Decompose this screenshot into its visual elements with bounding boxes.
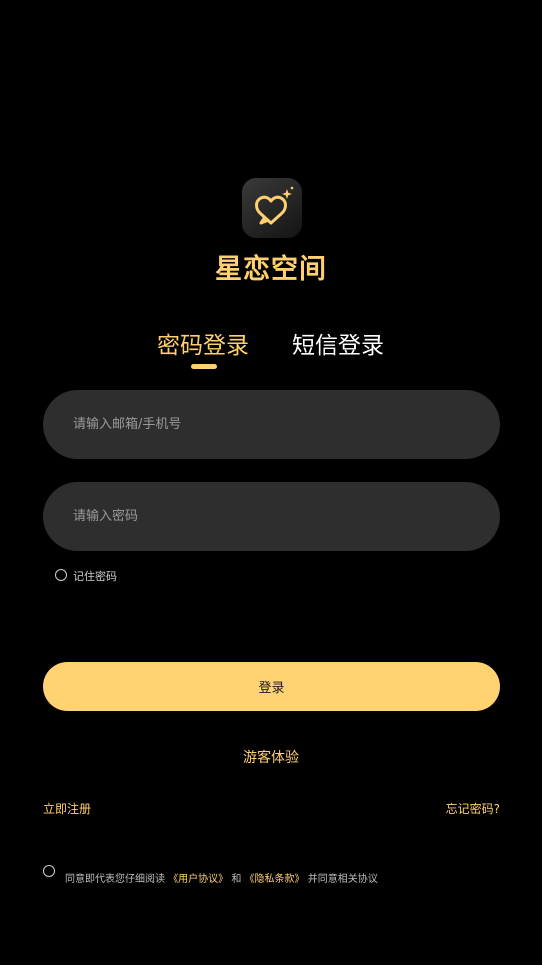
forgot-password-link[interactable]: 忘记密码?: [446, 800, 500, 817]
agreement-text: 同意即代表您仔细阅读 《用户协议》 和 《隐私条款》 并同意相关协议: [65, 870, 378, 885]
tab-password-login[interactable]: 密码登录: [157, 326, 249, 360]
password-field[interactable]: [43, 482, 500, 551]
active-tab-indicator: [191, 364, 217, 369]
password-input[interactable]: [73, 482, 473, 551]
remember-password-radio[interactable]: [55, 569, 67, 581]
agreement-radio[interactable]: [43, 865, 55, 877]
agreement-suffix: 并同意相关协议: [304, 874, 378, 885]
account-field[interactable]: [43, 390, 500, 459]
login-button[interactable]: 登录: [43, 662, 500, 711]
register-link[interactable]: 立即注册: [43, 800, 91, 817]
tab-sms-login[interactable]: 短信登录: [292, 326, 384, 360]
agreement-prefix: 同意即代表您仔细阅读: [65, 874, 169, 885]
agreement-and: 和: [228, 874, 245, 885]
privacy-terms-link[interactable]: 《隐私条款》: [245, 874, 305, 885]
app-logo: [242, 178, 302, 238]
app-name: 星恋空间: [215, 254, 327, 285]
account-input[interactable]: [73, 390, 473, 459]
user-agreement-link[interactable]: 《用户协议》: [168, 874, 228, 885]
guest-experience-link[interactable]: 游客体验: [0, 747, 542, 767]
heart-chat-sparkle-icon: [255, 186, 294, 225]
remember-password-label[interactable]: 记住密码: [73, 568, 117, 584]
login-button-label: 登录: [258, 681, 285, 696]
